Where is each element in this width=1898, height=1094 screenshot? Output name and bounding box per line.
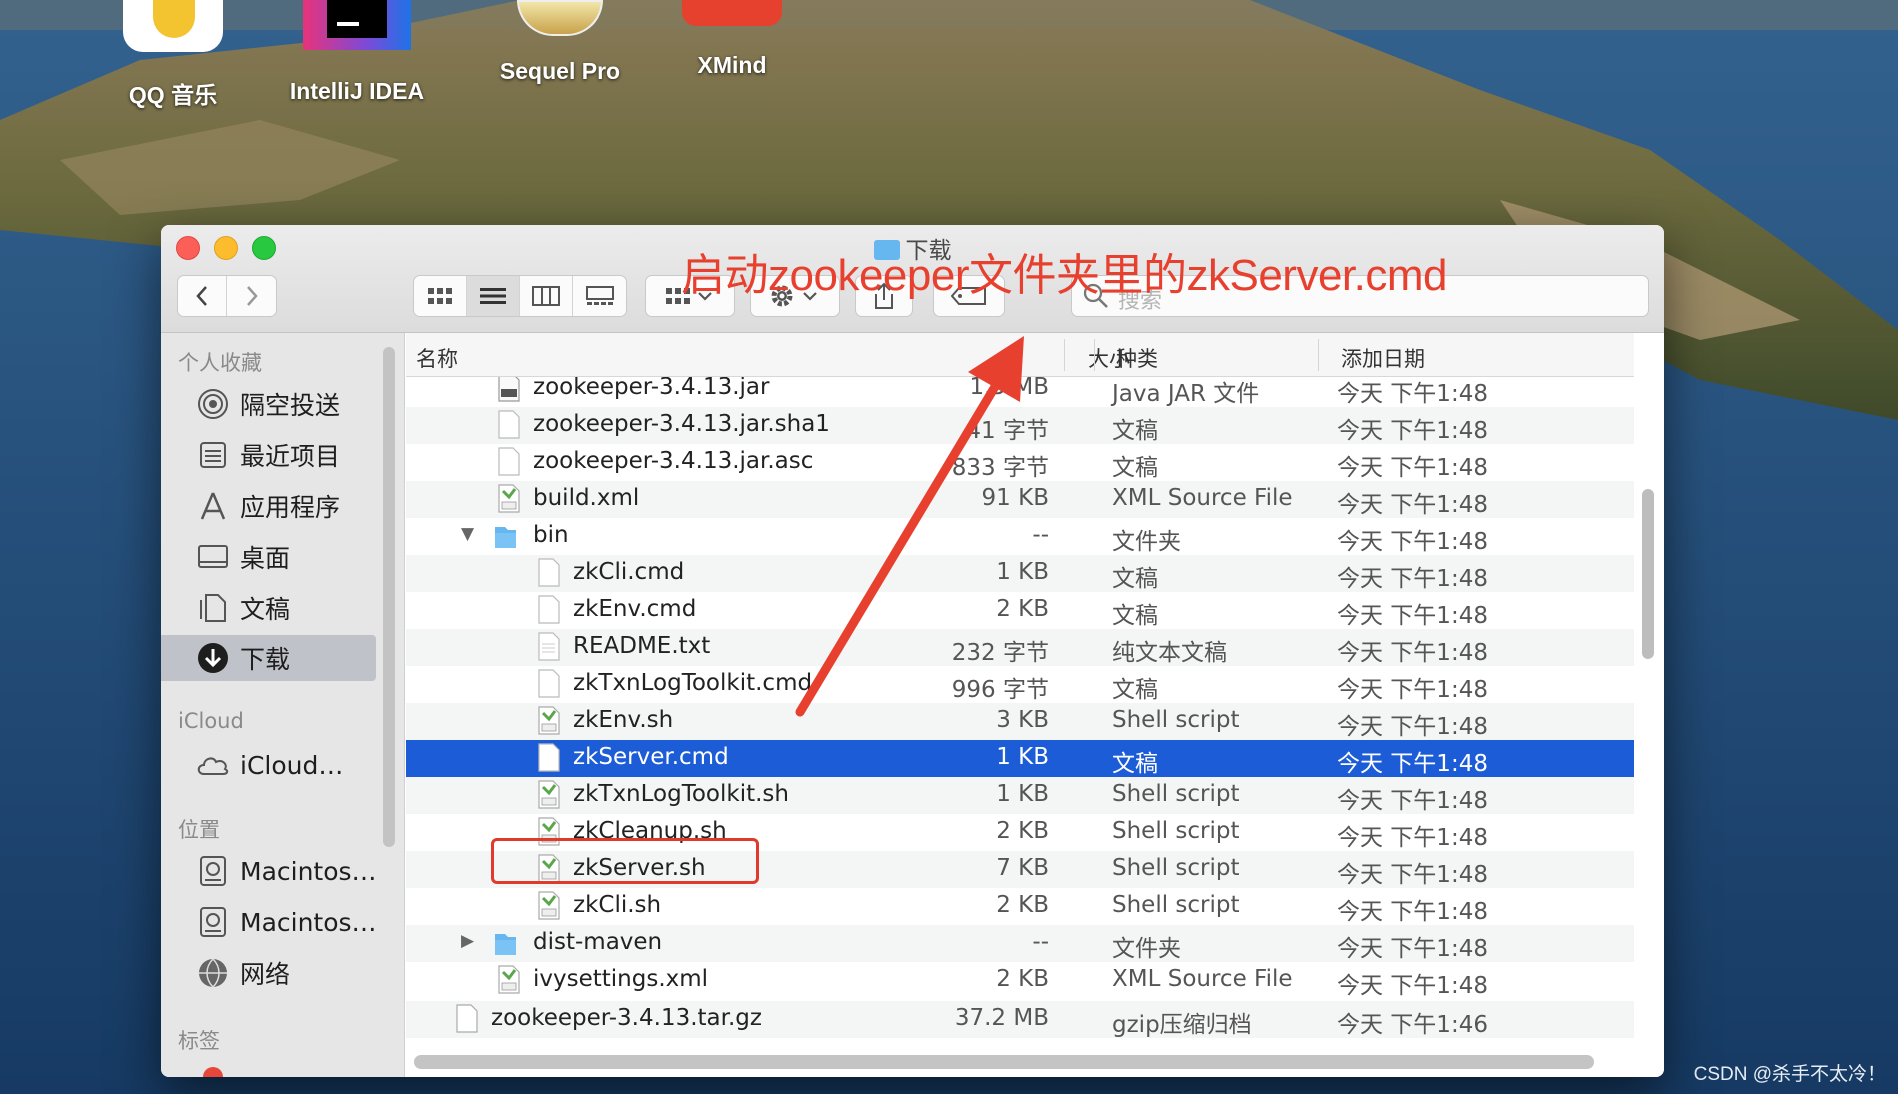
annotation-arrow — [795, 336, 1024, 717]
